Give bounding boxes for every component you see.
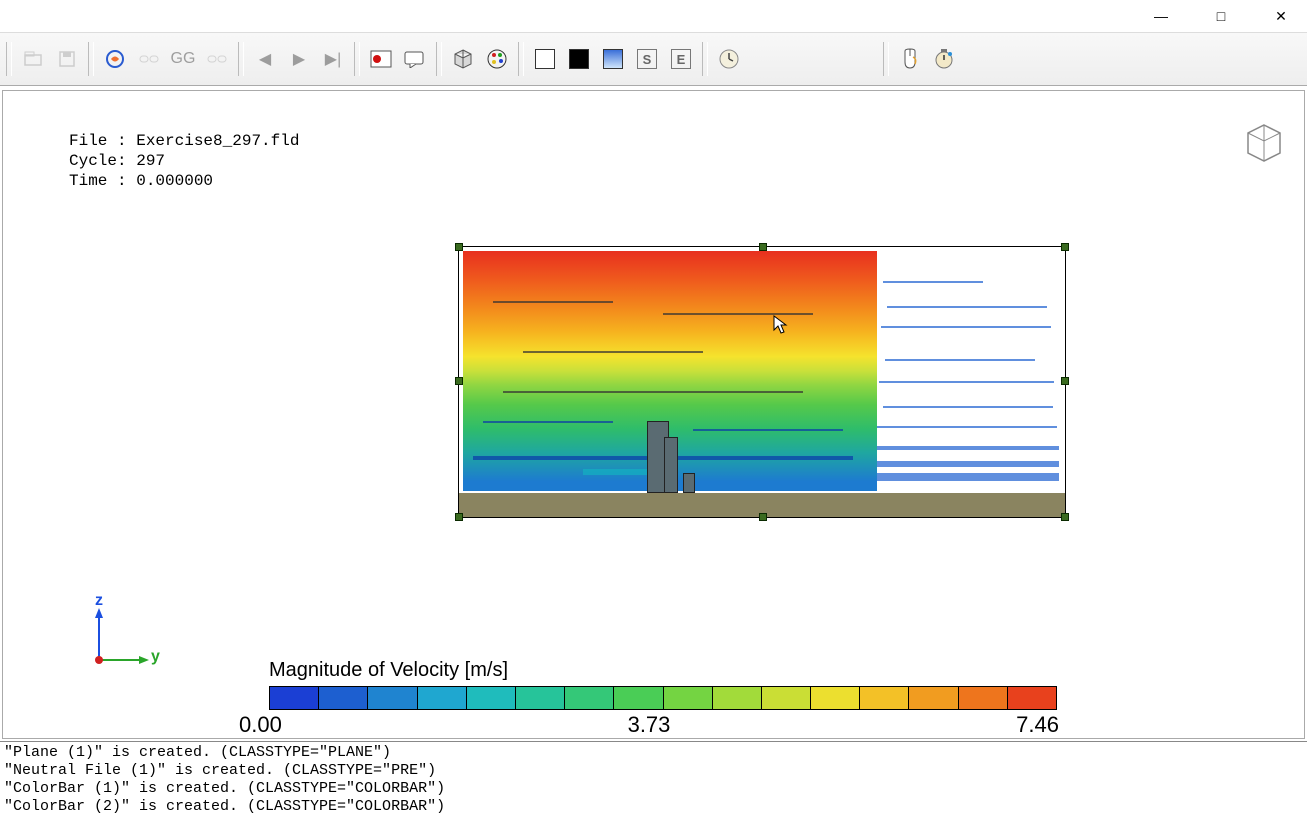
colorbar-swatch	[319, 687, 368, 709]
open-icon[interactable]	[18, 44, 48, 74]
timer-icon[interactable]	[929, 44, 959, 74]
clock-icon[interactable]	[714, 44, 744, 74]
maximize-button[interactable]: □	[1203, 2, 1239, 30]
colorbar-swatch	[368, 687, 417, 709]
cube-icon[interactable]	[448, 44, 478, 74]
toolbar-separator	[238, 42, 244, 76]
colorbar-swatch	[959, 687, 1008, 709]
selection-handle[interactable]	[455, 513, 463, 521]
toolbar-separator	[88, 42, 94, 76]
colorbar-title: Magnitude of Velocity [m/s]	[269, 659, 1059, 682]
palette-icon[interactable]	[482, 44, 512, 74]
colorbar-swatch	[516, 687, 565, 709]
log-panel[interactable]: "Plane (1)" is created. (CLASSTYPE="PLAN…	[0, 741, 1307, 817]
colorbar-swatch	[860, 687, 909, 709]
colorbar-swatch	[664, 687, 713, 709]
step-forward-icon[interactable]: ▶|	[318, 44, 348, 74]
toolbar-separator	[436, 42, 442, 76]
file-label: File :	[69, 132, 127, 150]
log-line: "ColorBar (2)" is created. (CLASSTYPE="C…	[4, 798, 1303, 816]
colorbar-swatch	[1008, 687, 1057, 709]
window-titlebar: — □ ✕	[0, 0, 1307, 32]
building-obstacle	[683, 473, 695, 493]
cycle-label: Cycle:	[69, 152, 127, 170]
toolbar: GG ◀ ▶ ▶| S E	[0, 32, 1307, 86]
time-value: 0.000000	[136, 172, 213, 190]
building-obstacle	[664, 437, 678, 493]
toolbar-separator	[354, 42, 360, 76]
orientation-cube-icon[interactable]	[1242, 121, 1286, 165]
colorbar-swatch	[614, 687, 663, 709]
log-line: "ColorBar (1)" is created. (CLASSTYPE="C…	[4, 780, 1303, 798]
record-icon[interactable]	[366, 44, 396, 74]
axis-y-label: y	[151, 648, 160, 666]
mouse-icon[interactable]	[895, 44, 925, 74]
black-swatch-icon[interactable]	[564, 44, 594, 74]
file-value: Exercise8_297.fld	[136, 132, 299, 150]
white-swatch-icon[interactable]	[530, 44, 560, 74]
selection-handle[interactable]	[455, 243, 463, 251]
link-c-icon[interactable]	[202, 44, 232, 74]
close-button[interactable]: ✕	[1263, 2, 1299, 30]
gradient-swatch-icon[interactable]	[598, 44, 628, 74]
file-info: File : Exercise8_297.fld Cycle: 297 Time…	[69, 131, 299, 191]
colorbar-swatch	[565, 687, 614, 709]
colorbar-swatch	[713, 687, 762, 709]
colorbar-swatch	[467, 687, 516, 709]
comment-icon[interactable]	[400, 44, 430, 74]
colorbar-mid: 3.73	[628, 712, 671, 738]
selection-handle[interactable]	[455, 377, 463, 385]
e-mode-icon[interactable]: E	[666, 44, 696, 74]
selection-handle[interactable]	[1061, 243, 1069, 251]
colorbar-max: 7.46	[1016, 712, 1059, 738]
colorbar-swatch	[909, 687, 958, 709]
colorbar-swatch	[418, 687, 467, 709]
save-icon[interactable]	[52, 44, 82, 74]
log-line: "Neutral File (1)" is created. (CLASSTYP…	[4, 762, 1303, 780]
colorbar-swatch	[811, 687, 860, 709]
play-icon[interactable]: ▶	[284, 44, 314, 74]
toolbar-separator	[518, 42, 524, 76]
axis-z-label: z	[95, 592, 103, 610]
minimize-button[interactable]: —	[1143, 2, 1179, 30]
selection-handle[interactable]	[1061, 377, 1069, 385]
colorbar-swatch	[762, 687, 811, 709]
streamline-region	[877, 251, 1063, 491]
colorbar-swatch	[269, 687, 319, 709]
cycle-value: 297	[136, 152, 165, 170]
toolbar-separator	[6, 42, 12, 76]
toolbar-separator	[702, 42, 708, 76]
selection-handle[interactable]	[759, 243, 767, 251]
colorbar-swatches	[269, 686, 1057, 710]
s-mode-icon[interactable]: S	[632, 44, 662, 74]
link-a-icon[interactable]	[134, 44, 164, 74]
log-line: "Plane (1)" is created. (CLASSTYPE="PLAN…	[4, 744, 1303, 762]
link-b-icon[interactable]: GG	[168, 44, 198, 74]
selection-handle[interactable]	[759, 513, 767, 521]
axis-triad: z y	[85, 598, 165, 678]
step-back-icon[interactable]: ◀	[250, 44, 280, 74]
viewport[interactable]: File : Exercise8_297.fld Cycle: 297 Time…	[2, 90, 1305, 739]
contour-plot[interactable]	[458, 246, 1066, 518]
time-label: Time :	[69, 172, 127, 190]
selection-handle[interactable]	[1061, 513, 1069, 521]
colorbar-min: 0.00	[239, 712, 282, 738]
toolbar-separator	[883, 42, 889, 76]
preview-icon[interactable]	[100, 44, 130, 74]
colorbar: Magnitude of Velocity [m/s] 0.00 3.73 7.…	[239, 659, 1059, 738]
